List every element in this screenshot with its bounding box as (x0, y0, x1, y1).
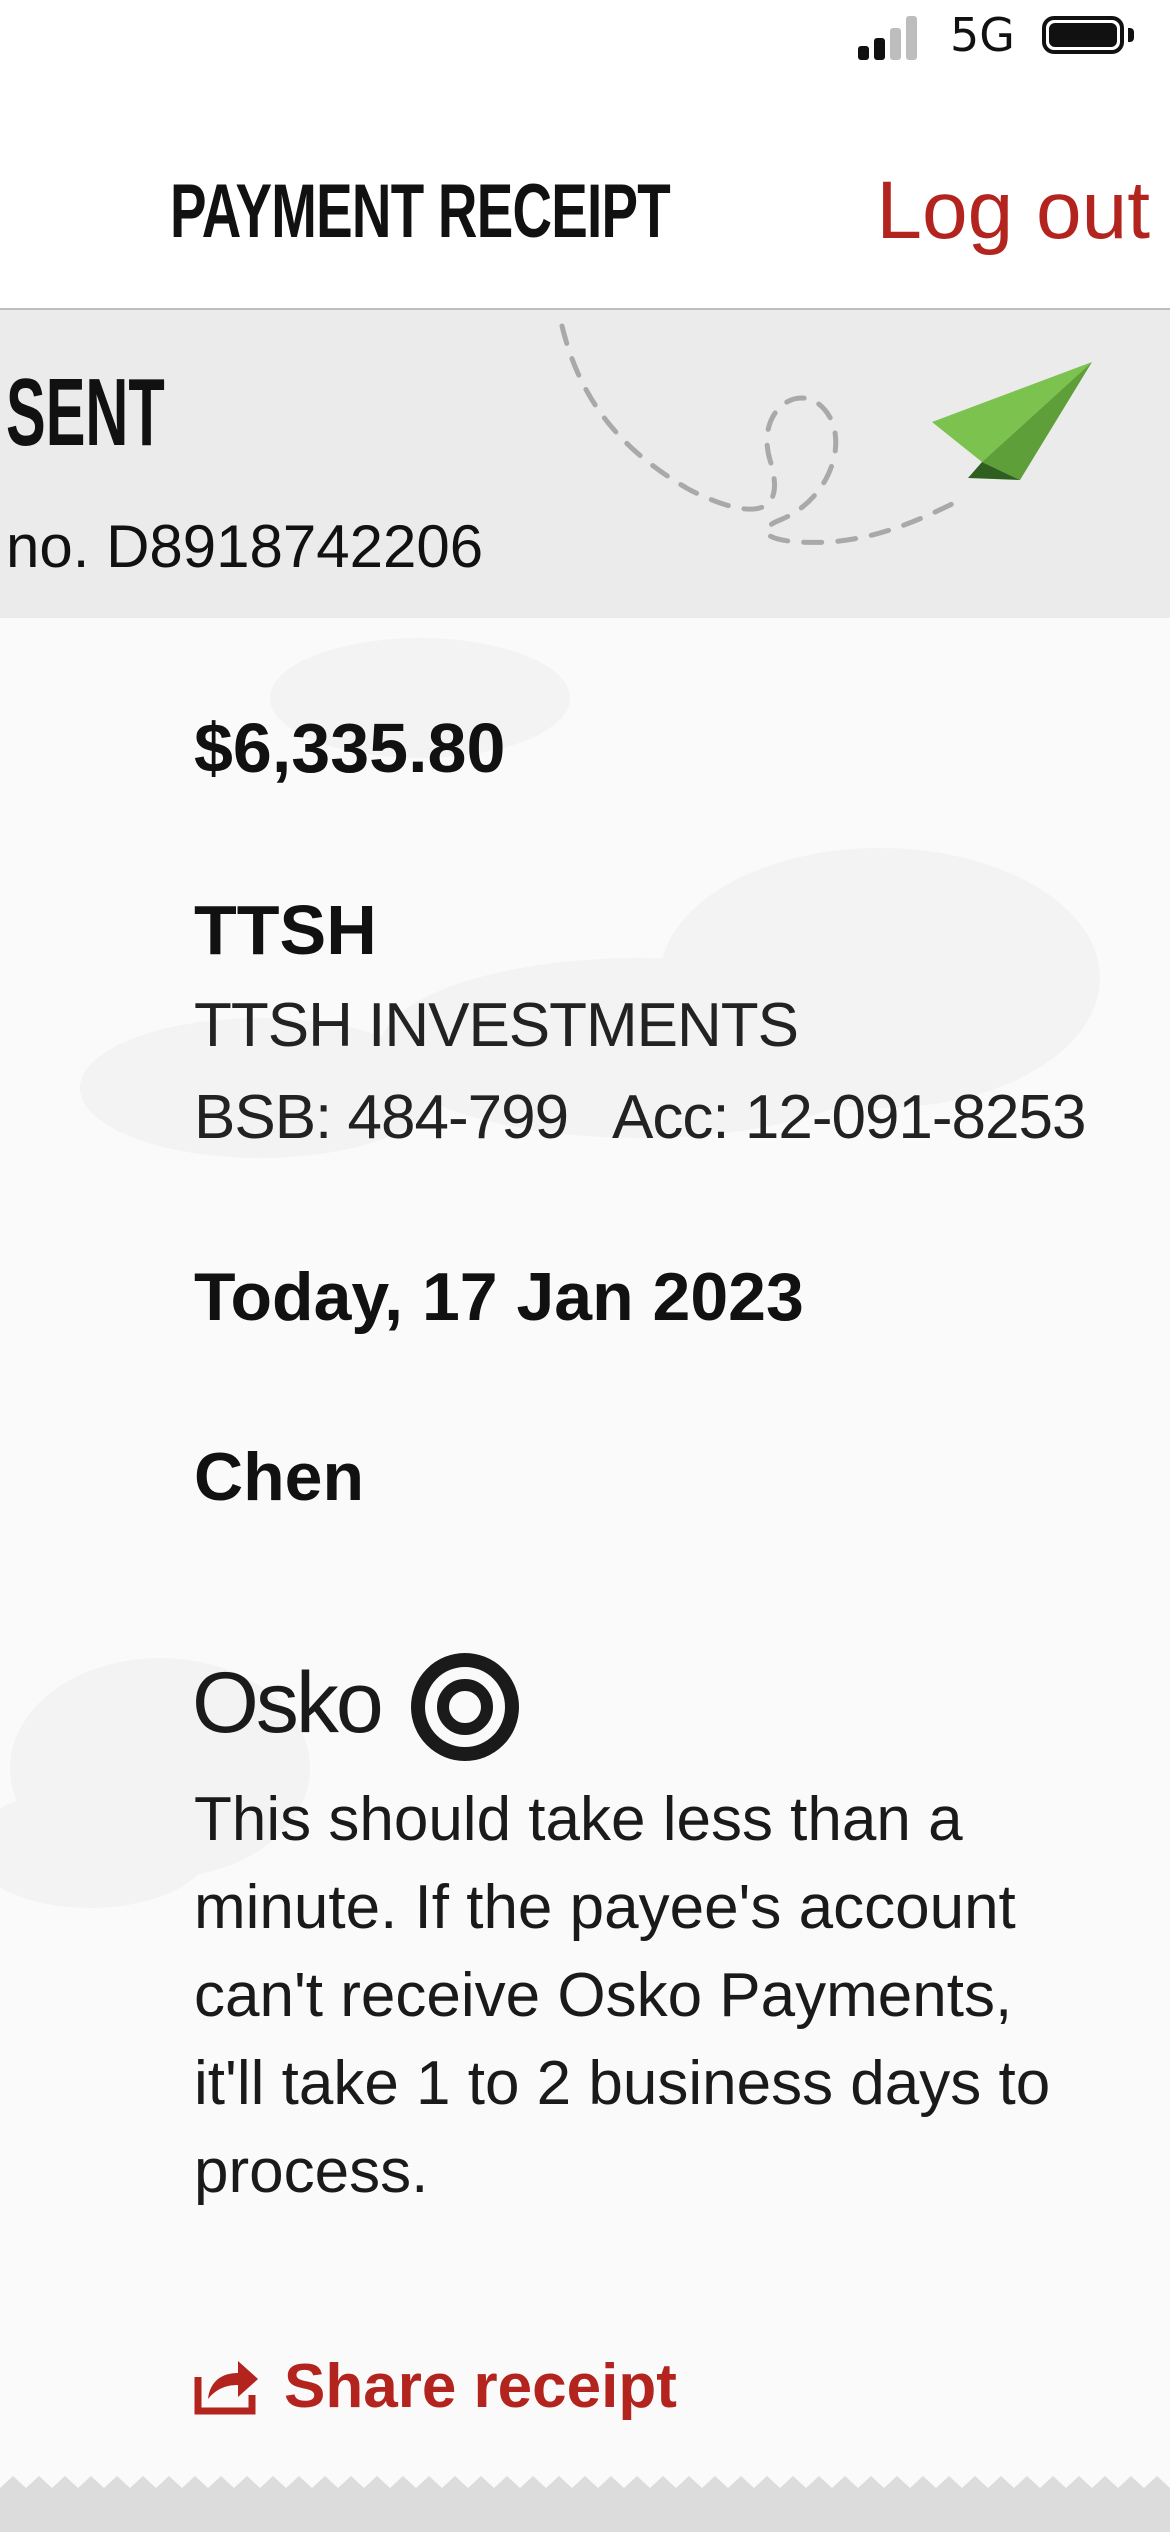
osko-logo: Osko (192, 1652, 532, 1762)
payee-bank-details: BSB: 484-799 Acc: 12-091-8253 (194, 1082, 1086, 1153)
battery-icon (1042, 16, 1136, 60)
sent-banner: SENT no. D8918742206 (0, 310, 1170, 618)
payee-account-name: TTSH INVESTMENTS (194, 991, 799, 1060)
reference-number: no. D8918742206 (6, 513, 484, 580)
share-receipt-label: Share receipt (284, 2351, 677, 2421)
payment-amount: $6,335.80 (194, 709, 506, 787)
network-type: 5G (950, 8, 1015, 62)
status-bar: 5G (0, 0, 1170, 80)
share-receipt-button[interactable]: Share receipt (192, 2346, 677, 2426)
osko-info-text: This should take less than a minute. If … (194, 1785, 1051, 2206)
status-label: SENT (6, 359, 165, 466)
cellular-signal-icon (858, 14, 930, 60)
logout-button[interactable]: Log out (876, 164, 1150, 258)
osko-wordmark: Osko (192, 1655, 384, 1751)
payee-account-number: Acc: 12-091-8253 (612, 1083, 1086, 1152)
receipt-torn-edge (0, 2476, 1170, 2532)
payer-name: Chen (194, 1439, 364, 1515)
payment-date: Today, 17 Jan 2023 (194, 1259, 804, 1335)
osko-logo-icon (411, 1653, 519, 1761)
paper-plane-icon (559, 323, 1092, 545)
page-title: PAYMENT RECEIPT (170, 169, 671, 254)
payee-nickname: TTSH (194, 891, 377, 969)
share-icon (194, 2361, 258, 2415)
payee-bsb: BSB: 484-799 (194, 1083, 569, 1152)
header: PAYMENT RECEIPT Log out (0, 80, 1170, 310)
